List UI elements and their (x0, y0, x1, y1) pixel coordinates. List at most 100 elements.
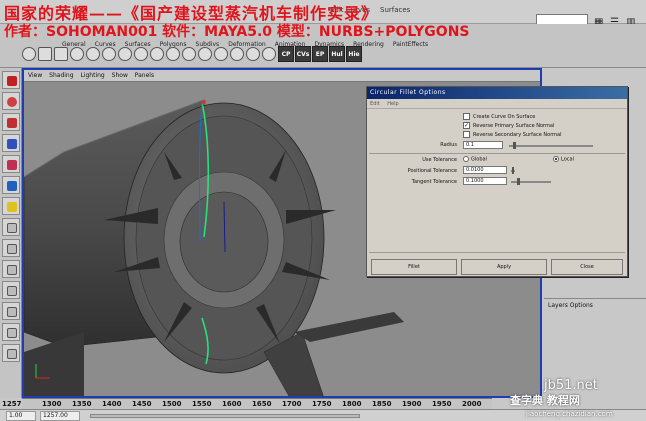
viewport-menu: View Shading Lighting Show Panels (24, 70, 540, 82)
radius-field[interactable]: 0.1 (463, 141, 503, 149)
tick-label: 1650 (252, 400, 272, 408)
dialog-menu-edit[interactable]: Edit (370, 101, 380, 107)
tick-label: 1900 (402, 400, 422, 408)
persp-view-icon[interactable] (2, 344, 20, 362)
fillet-icon[interactable] (214, 47, 228, 61)
tick-label: 1750 (312, 400, 332, 408)
create-curve-row[interactable]: Create Curve On Surface (463, 113, 535, 120)
square-tool-icon[interactable] (38, 47, 52, 61)
global-option-label: Global (471, 156, 487, 163)
revolve-icon[interactable] (134, 47, 148, 61)
dialog-title: Circular Fillet Options (367, 87, 627, 99)
reverse-secondary-label: Reverse Secondary Surface Normal (473, 132, 562, 138)
watermark-cn: 查字典 教程网 (510, 394, 580, 407)
shelf-tab[interactable]: PaintEffects (393, 41, 428, 48)
cp-button[interactable]: CP (278, 46, 294, 62)
fillet-button[interactable]: Fillet (371, 259, 457, 275)
timeline-start-frame: 1257 (2, 400, 22, 408)
viewport-menu-lighting[interactable]: Lighting (80, 72, 104, 79)
arc-tool-icon[interactable] (118, 47, 132, 61)
extrude-icon[interactable] (182, 47, 196, 61)
local-option[interactable]: Local (553, 156, 574, 163)
layer-editor-heading: Layers Options (548, 302, 593, 309)
range-current-field[interactable]: 1257.00 (40, 411, 80, 421)
time-slider[interactable]: 1300 1350 1400 1450 1500 1550 1600 1650 … (22, 398, 492, 409)
dialog-menu-help[interactable]: Help (387, 101, 398, 107)
select-tool-icon[interactable] (2, 71, 20, 89)
tick-label: 1950 (432, 400, 452, 408)
viewport-menu-panels[interactable]: Panels (135, 72, 154, 79)
four-view-icon[interactable] (2, 239, 20, 257)
range-bar[interactable] (90, 414, 360, 418)
single-view-icon[interactable] (2, 218, 20, 236)
graph-view-icon[interactable] (2, 302, 20, 320)
tick-label: 1500 (162, 400, 182, 408)
trim-icon[interactable] (230, 47, 244, 61)
detach-icon[interactable] (262, 47, 276, 61)
apply-button[interactable]: Apply (461, 259, 547, 275)
tick-label: 1300 (42, 400, 62, 408)
reverse-secondary-checkbox[interactable] (463, 131, 470, 138)
hypershade-view-icon[interactable] (2, 323, 20, 341)
divider (369, 153, 625, 154)
reverse-secondary-row[interactable]: Reverse Secondary Surface Normal (463, 131, 561, 138)
outliner-view-icon[interactable] (2, 281, 20, 299)
cvs-button[interactable]: CVs (295, 46, 311, 62)
pencil-curve-icon[interactable] (102, 47, 116, 61)
circle-tool-icon[interactable] (22, 47, 36, 61)
menu-item-surfaces[interactable]: Surfaces (380, 6, 410, 14)
planar-icon[interactable] (166, 47, 180, 61)
viewport-menu-show[interactable]: Show (112, 72, 128, 79)
hierarchy-button[interactable]: Hie (346, 46, 362, 62)
loft-icon[interactable] (150, 47, 164, 61)
watermark-url: jiaocheng.chazidian.com (526, 410, 613, 418)
tick-label: 1450 (132, 400, 152, 408)
paint-select-icon[interactable] (2, 113, 20, 131)
tangent-tolerance-label: Tangent Tolerance (411, 179, 457, 185)
global-radio[interactable] (463, 156, 469, 162)
hull-button[interactable]: Hul (329, 46, 345, 62)
side-view-icon[interactable] (2, 260, 20, 278)
tick-label: 1350 (72, 400, 92, 408)
move-tool-icon[interactable] (2, 134, 20, 152)
tangent-slider-handle[interactable] (517, 178, 520, 185)
use-tolerance-label: Use Tolerance (422, 157, 457, 163)
author-line: 作者：SOHOMAN001 软件：MAYA5.0 模型：NURBS+POLYGO… (4, 24, 470, 40)
tick-label: 2000 (462, 400, 482, 408)
ep-button[interactable]: EP (312, 46, 328, 62)
tick-label: 1700 (282, 400, 302, 408)
circular-fillet-dialog: Circular Fillet Options Edit Help Create… (366, 86, 628, 277)
watermark-site: jb51.net (544, 378, 598, 393)
radius-label: Radius (440, 142, 457, 148)
lasso-tool-icon[interactable] (2, 92, 20, 110)
create-curve-checkbox[interactable] (463, 113, 470, 120)
attach-icon[interactable] (246, 47, 260, 61)
scale-tool-icon[interactable] (2, 176, 20, 194)
cv-curve-icon[interactable] (70, 47, 84, 61)
global-option[interactable]: Global (463, 156, 487, 163)
tick-label: 1550 (192, 400, 212, 408)
tick-label: 1600 (222, 400, 242, 408)
reverse-primary-checkbox[interactable]: ✓ (463, 122, 470, 129)
range-start-field[interactable]: 1.00 (6, 411, 36, 421)
tick-label: 1800 (342, 400, 362, 408)
positional-slider-handle[interactable] (512, 167, 514, 174)
viewport-menu-view[interactable]: View (28, 72, 42, 79)
local-radio[interactable] (553, 156, 559, 162)
ep-curve-icon[interactable] (86, 47, 100, 61)
toolbox (0, 68, 22, 398)
local-option-label: Local (561, 156, 574, 163)
bevel-icon[interactable] (198, 47, 212, 61)
shelf-icons: CP CVs EP Hul Hie (22, 44, 363, 64)
manipulator-icon[interactable] (2, 197, 20, 215)
close-button[interactable]: Close (551, 259, 623, 275)
tangent-tolerance-field[interactable]: 0.1000 (463, 177, 507, 185)
cube-tool-icon[interactable] (54, 47, 68, 61)
rotate-tool-icon[interactable] (2, 155, 20, 173)
reverse-primary-row[interactable]: ✓ Reverse Primary Surface Normal (463, 122, 554, 129)
radius-slider-handle[interactable] (513, 142, 516, 149)
viewport-menu-shading[interactable]: Shading (49, 72, 73, 79)
dialog-menu: Edit Help (367, 99, 627, 109)
positional-tolerance-field[interactable]: 0.0100 (463, 166, 507, 174)
radius-slider[interactable] (509, 145, 593, 147)
